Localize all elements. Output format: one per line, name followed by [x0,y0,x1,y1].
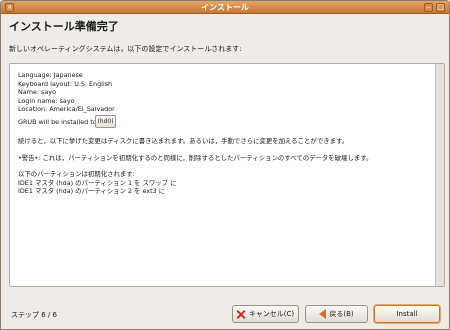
summary-location: Location: America/El_Salvador [18,105,115,114]
summary-name: Name: sayo [18,88,56,97]
grub-device-button[interactable]: (hd0) [95,114,116,128]
installer-window: × – □ インストール インストール準備完了 新しいオペレーティングシステムは… [0,0,450,330]
partition-item: IDE1 マスタ (hda) のパーティション 2 を ext3 に [18,187,166,196]
grub-label: GRUB will be installed to [18,117,97,126]
summary-content: Language: Japanese Keyboard layout: U.S.… [18,71,424,196]
page-title: インストール準備完了 [9,20,119,33]
back-arrow-icon [319,309,327,319]
install-button[interactable]: Install [374,305,440,323]
grub-row: GRUB will be installed to (hd0) [18,114,424,129]
back-button-label: 戻る(B) [329,310,354,318]
install-button-label: Install [396,310,418,318]
back-button[interactable]: 戻る(B) [305,305,368,323]
warning-text: •警告•: これは，パーティションを初期化するのと同様に，削除するとしたパーティ… [18,153,373,162]
partitions-heading: 以下のパーティションは初期化されます: [18,170,135,179]
instruction-text: 新しいオペレーティングシステムは，以下の設定でインストールされます: [9,45,242,53]
continue-note: 続けると，以下に挙げた変更はディスクに書き込まれます。あるいは，手動でさらに変更… [18,136,349,145]
window-title: インストール [201,3,249,12]
cancel-button-label: キャンセル(C) [248,310,295,318]
cancel-button[interactable]: キャンセル(C) [232,305,299,323]
close-icon [237,310,246,319]
summary-scrollbar[interactable] [435,64,444,286]
summary-keyboard: Keyboard layout: U.S. English [18,79,113,88]
summary-login: Login name: sayo [18,96,75,105]
step-indicator: ステップ 6 / 6 [11,311,57,319]
summary-panel[interactable]: Language: Japanese Keyboard layout: U.S.… [9,63,445,287]
summary-language: Language: Japanese [18,71,83,79]
title-bar[interactable]: × – □ インストール [1,1,449,14]
